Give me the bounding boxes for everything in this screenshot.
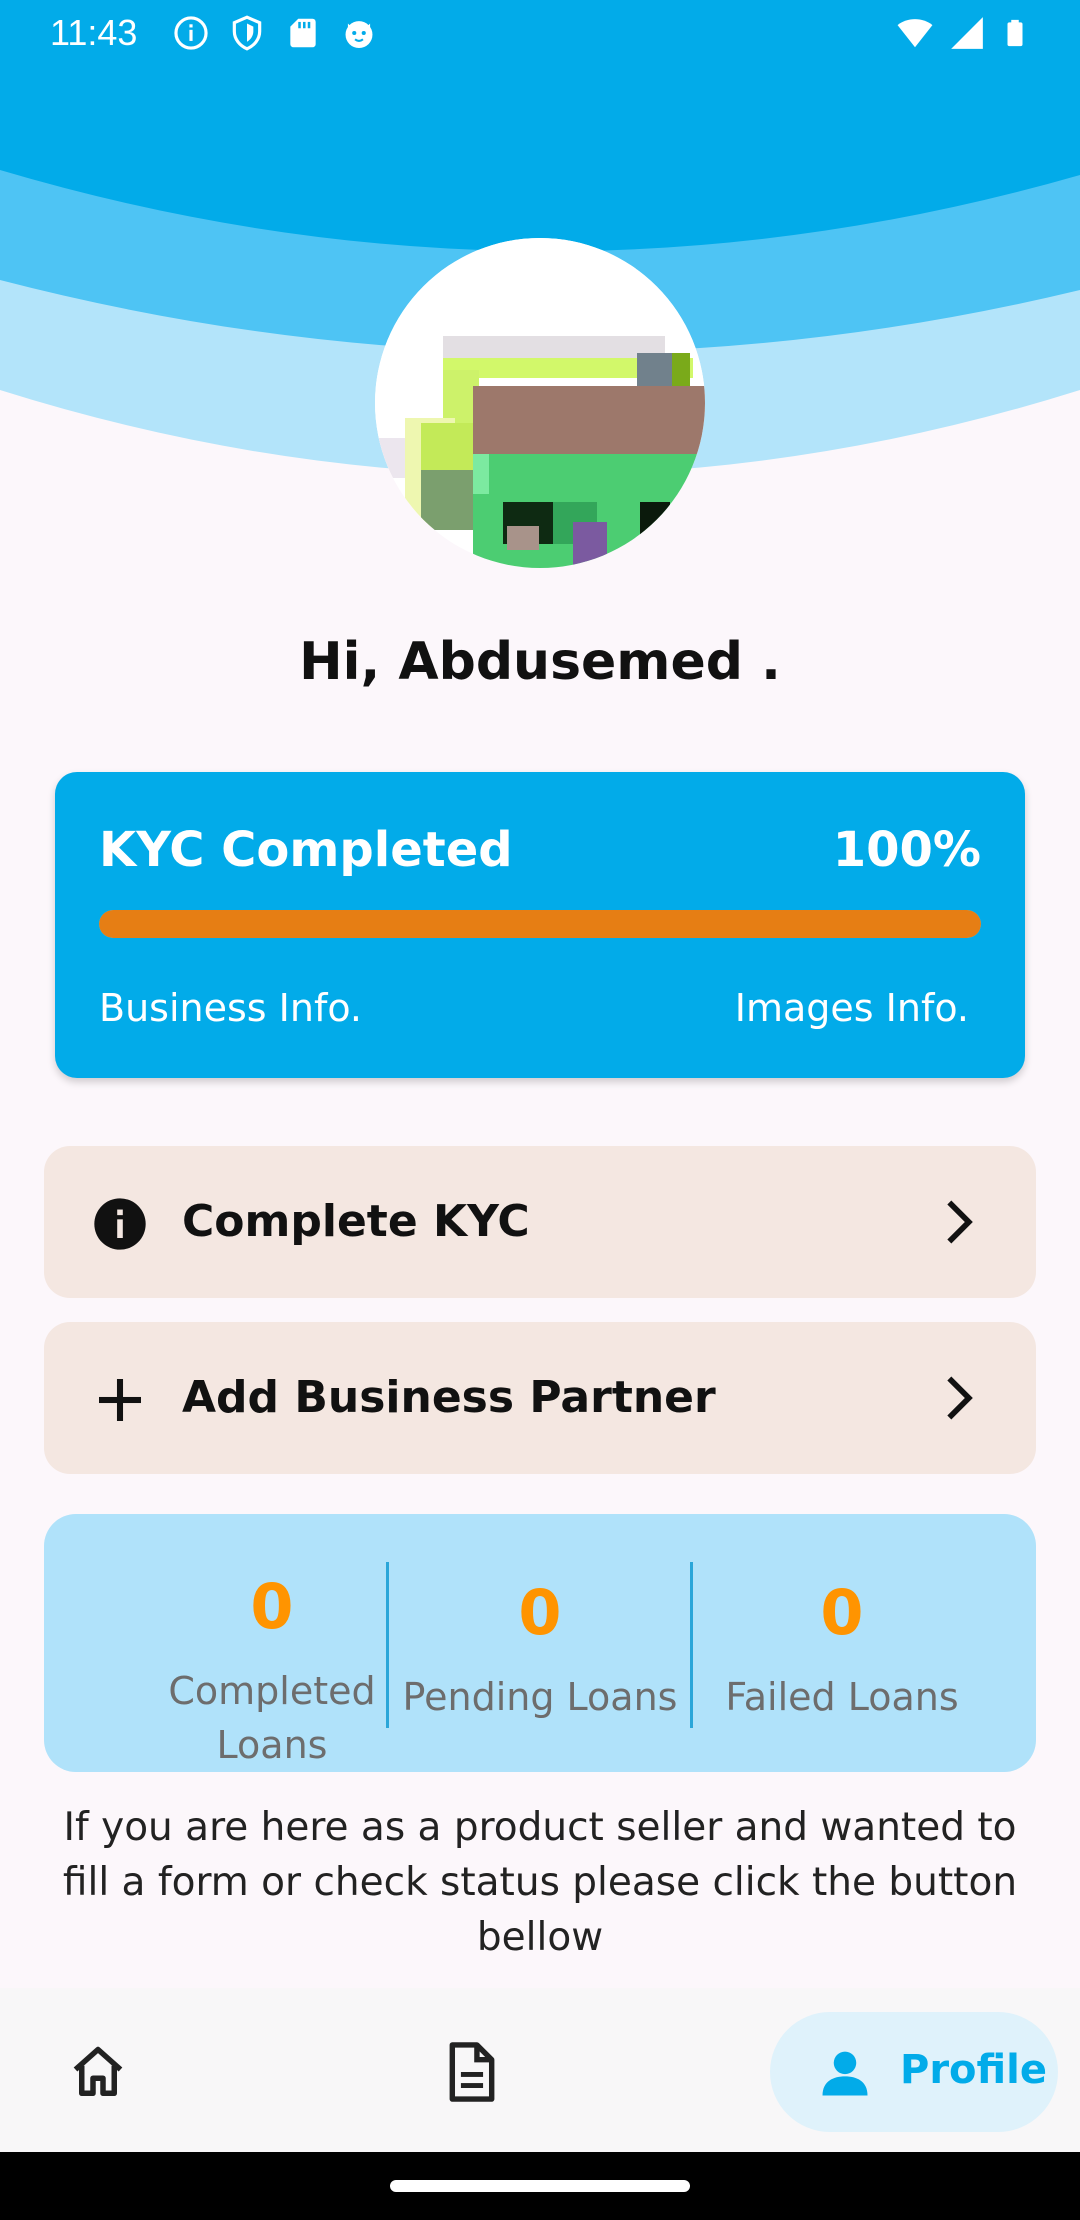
wifi-icon	[897, 19, 933, 48]
failed-loans-stat[interactable]: 0 Failed Loans	[692, 1514, 992, 1772]
kyc-title: KYC Completed	[99, 822, 513, 878]
document-icon[interactable]	[442, 2040, 502, 2104]
completed-loans-count: 0	[250, 1570, 294, 1643]
home-gesture-handle[interactable]	[390, 2180, 690, 2192]
pending-loans-label: Pending Loans	[402, 1675, 678, 1719]
kyc-step-images-info: Images Info.	[734, 986, 969, 1030]
kyc-step-business-info: Business Info.	[99, 986, 362, 1030]
info-icon	[94, 1198, 146, 1250]
completed-loans-label: Completed Loans	[168, 1669, 376, 1767]
loan-stats-card: 0 Completed Loans 0 Pending Loans 0 Fail…	[44, 1514, 1036, 1772]
seller-info-text: If you are here as a product seller and …	[62, 1805, 1018, 1960]
pending-loans-count: 0	[518, 1576, 562, 1649]
add-business-partner-label: Add Business Partner	[182, 1372, 716, 1423]
greeting-title: Hi, Abdusemed .	[299, 632, 781, 692]
kyc-percent: 100%	[832, 822, 981, 878]
kyc-status-card: KYC Completed 100% Business Info. Images…	[55, 772, 1025, 1078]
status-bar: 11:43	[0, 0, 1080, 64]
complete-kyc-button[interactable]: Complete KYC	[44, 1146, 1036, 1298]
bottom-navigation: Profile	[0, 1988, 1080, 2152]
status-time: 11:43	[50, 12, 138, 53]
failed-loans-label: Failed Loans	[725, 1675, 959, 1719]
status-icons-left	[172, 14, 378, 52]
home-icon[interactable]	[68, 2042, 128, 2102]
status-icons-right	[896, 14, 1030, 52]
complete-kyc-label: Complete KYC	[182, 1196, 530, 1247]
nav-profile-label: Profile	[900, 2047, 1048, 2093]
completed-loans-stat[interactable]: 0 Completed Loans	[122, 1514, 422, 1772]
chevron-right-icon	[947, 1376, 973, 1420]
battery-icon	[1007, 19, 1023, 47]
plus-icon	[99, 1379, 141, 1421]
cat-face-icon	[345, 21, 373, 49]
chevron-right-icon	[947, 1200, 973, 1244]
system-gesture-bar	[0, 2152, 1080, 2220]
avatar-image	[375, 238, 705, 568]
kyc-progress-fill	[99, 910, 981, 938]
failed-loans-count: 0	[820, 1576, 864, 1649]
cell-signal-icon	[951, 17, 983, 49]
kyc-progress-bar	[99, 910, 981, 938]
sd-card-icon	[290, 18, 316, 48]
nav-profile-tab[interactable]: Profile	[770, 2012, 1058, 2132]
pending-loans-stat[interactable]: 0 Pending Loans	[390, 1514, 690, 1772]
add-business-partner-button[interactable]: Add Business Partner	[44, 1322, 1036, 1474]
shield-icon	[232, 15, 262, 51]
person-icon	[822, 2051, 868, 2096]
avatar[interactable]	[375, 238, 705, 568]
info-icon	[174, 16, 208, 50]
stat-divider	[386, 1562, 389, 1728]
